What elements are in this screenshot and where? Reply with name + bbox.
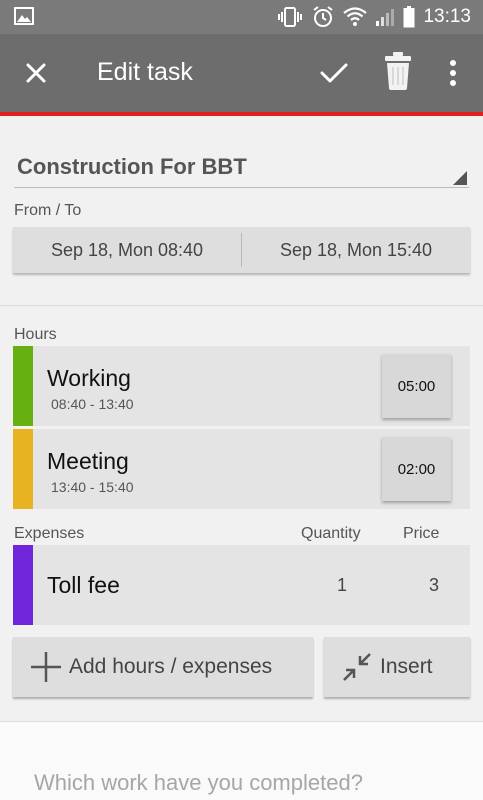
hours-name: Working xyxy=(47,365,131,391)
from-to-label: From / To xyxy=(14,202,82,219)
dropdown-triangle-icon xyxy=(453,171,467,185)
insert-button-label: Insert xyxy=(380,655,433,678)
check-icon[interactable] xyxy=(317,56,351,90)
task-selector[interactable]: Construction For BBT xyxy=(14,148,469,188)
accent-line xyxy=(0,112,483,116)
hours-color-bar xyxy=(13,429,33,509)
expenses-label: Expenses xyxy=(14,525,85,542)
task-name: Construction For BBT xyxy=(17,154,247,179)
wifi-icon xyxy=(343,7,368,26)
insert-button[interactable]: Insert xyxy=(324,637,470,697)
hours-row-working[interactable]: Working 08:40 - 13:40 05:00 xyxy=(13,346,470,426)
status-bar: 13:13 xyxy=(0,0,483,34)
from-datetime-button[interactable]: Sep 18, Mon 08:40 xyxy=(13,227,241,273)
expense-row-toll-fee[interactable]: Toll fee 1 3 xyxy=(13,545,470,625)
more-vert-icon[interactable] xyxy=(446,56,460,90)
close-icon[interactable] xyxy=(20,57,52,89)
expense-name: Toll fee xyxy=(47,572,120,598)
page-title: Edit task xyxy=(97,58,193,86)
add-button-label: Add hours / expenses xyxy=(69,655,273,678)
quantity-header: Quantity xyxy=(301,525,361,542)
hours-row-meeting[interactable]: Meeting 13:40 - 15:40 02:00 xyxy=(13,429,470,509)
collapse-arrows-icon xyxy=(343,653,371,681)
from-to-picker: Sep 18, Mon 08:40 Sep 18, Mon 15:40 xyxy=(13,227,470,273)
hours-duration-button[interactable]: 05:00 xyxy=(382,354,451,418)
notes-input[interactable]: Which work have you completed? xyxy=(34,770,363,796)
hours-range: 08:40 - 13:40 xyxy=(51,396,134,412)
expense-price: 3 xyxy=(429,575,440,595)
add-hours-expenses-button[interactable]: Add hours / expenses xyxy=(13,637,313,697)
vibrate-icon xyxy=(278,7,303,27)
hours-duration-button[interactable]: 02:00 xyxy=(382,437,451,501)
trash-icon[interactable] xyxy=(384,52,412,90)
app-toolbar: Edit task xyxy=(0,34,483,116)
image-icon xyxy=(14,7,34,25)
hours-range: 13:40 - 15:40 xyxy=(51,479,134,495)
expense-quantity: 1 xyxy=(337,575,348,595)
alarm-icon xyxy=(313,6,334,27)
notes-area: Which work have you completed? xyxy=(0,722,483,800)
clock-time: 13:13 xyxy=(423,6,471,27)
to-datetime-button[interactable]: Sep 18, Mon 15:40 xyxy=(242,227,470,273)
price-header: Price xyxy=(403,525,440,542)
signal-icon xyxy=(376,9,395,26)
hours-label: Hours xyxy=(14,326,57,343)
expense-color-bar xyxy=(13,545,33,625)
battery-icon xyxy=(403,6,415,28)
hours-name: Meeting xyxy=(47,448,129,474)
hours-color-bar xyxy=(13,346,33,426)
plus-icon xyxy=(31,652,61,682)
section-divider xyxy=(0,305,483,306)
